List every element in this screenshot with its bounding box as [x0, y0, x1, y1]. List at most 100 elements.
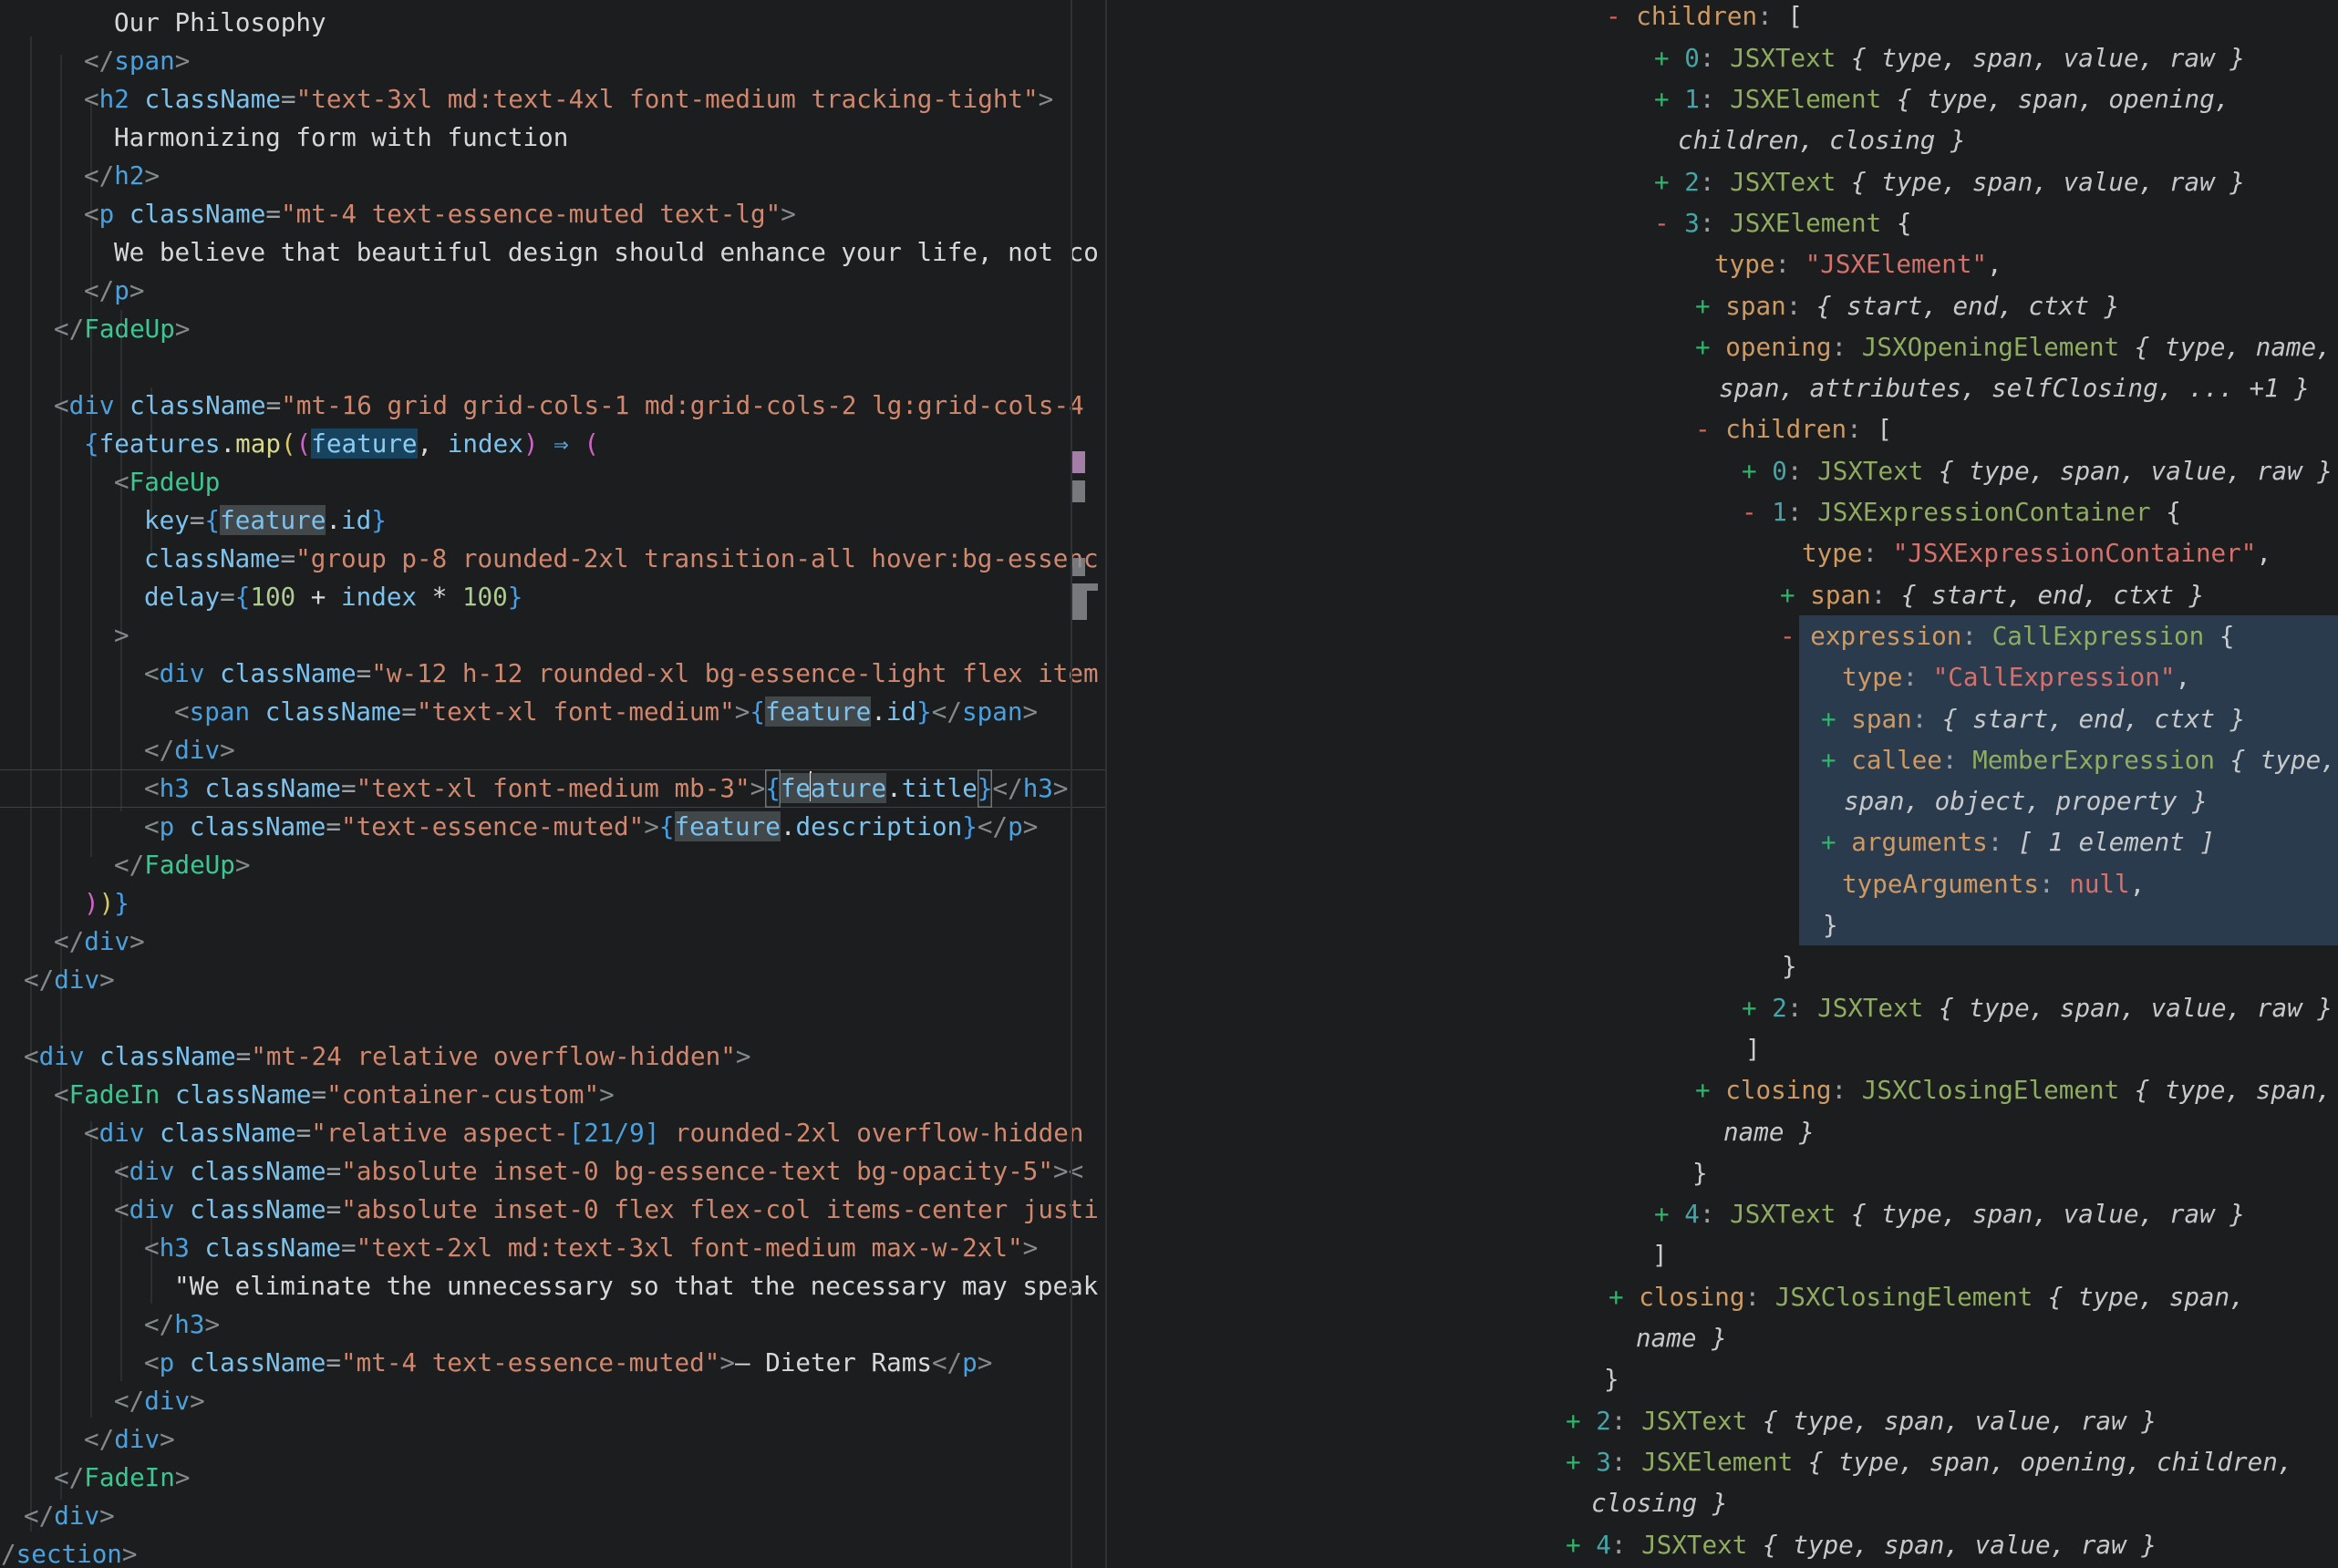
code-line-39[interactable]: </FadeIn> [54, 1459, 191, 1497]
code-line-7[interactable]: We believe that beautiful design should … [114, 233, 1099, 272]
expand-toggle-icon[interactable]: + [1742, 993, 1772, 1023]
expand-toggle-icon[interactable]: + [1821, 704, 1851, 734]
expand-toggle-icon[interactable]: + [1695, 332, 1725, 362]
expand-toggle-icon[interactable]: + [1566, 1406, 1596, 1436]
ast-row-12[interactable]: + 0: JSXText { type, span, value, raw } [1742, 450, 2333, 491]
collapse-toggle-icon[interactable]: - [1695, 414, 1725, 444]
ast-row-9[interactable]: + opening: JSXOpeningElement { type, nam… [1695, 326, 2332, 367]
ast-row-32[interactable]: + closing: JSXClosingElement { type, spa… [1609, 1276, 2245, 1317]
code-line-4[interactable]: Harmonizing form with function [114, 119, 568, 157]
ast-row-18[interactable]: + span: { start, end, ctxt } [1821, 698, 2245, 739]
ast-row-3[interactable]: + 1: JSXElement { type, span, opening, [1654, 78, 2229, 119]
ast-row-14[interactable]: type: "JSXExpressionContainer", [1802, 532, 2271, 573]
ast-row-4[interactable]: children, closing } [1678, 119, 1966, 160]
ast-row-28[interactable]: name } [1723, 1111, 1815, 1152]
code-line-9[interactable]: </FadeUp> [54, 310, 191, 348]
code-line-17[interactable]: > [114, 616, 129, 655]
code-line-22[interactable]: <p className="text-essence-muted">{featu… [144, 808, 1038, 846]
code-line-25[interactable]: </div> [54, 923, 145, 961]
ast-row-20[interactable]: span, object, property } [1844, 780, 2208, 821]
code-line-28[interactable]: <div className="mt-24 relative overflow-… [24, 1037, 750, 1076]
collapse-toggle-icon[interactable]: - [1654, 208, 1684, 238]
code-line-29[interactable]: <FadeIn className="container-custom"> [54, 1076, 615, 1114]
ast-row-27[interactable]: + closing: JSXClosingElement { type, spa… [1695, 1069, 2332, 1110]
collapse-toggle-icon[interactable]: - [1742, 497, 1772, 527]
ast-row-16[interactable]: - expression: CallExpression { [1780, 615, 2234, 656]
code-line-21[interactable]: <h3 className="text-xl font-medium mb-3"… [144, 769, 1069, 808]
ast-row-17[interactable]: type: "CallExpression", [1842, 656, 2190, 697]
ast-row-19[interactable]: + callee: MemberExpression { type, [1821, 739, 2336, 780]
code-line-36[interactable]: <p className="mt-4 text-essence-muted">—… [144, 1344, 992, 1382]
ast-tree-panel[interactable]: - children: [+ 0: JSXText { type, span, … [1107, 0, 2338, 1568]
collapse-toggle-icon[interactable]: - [1606, 1, 1636, 31]
ast-row-30[interactable]: + 4: JSXText { type, span, value, raw } [1654, 1193, 2245, 1234]
code-line-5[interactable]: </h2> [84, 157, 160, 195]
expand-toggle-icon[interactable]: + [1609, 1282, 1639, 1312]
code-line-18[interactable]: <div className="w-12 h-12 rounded-xl bg-… [144, 655, 1099, 693]
code-line-24[interactable]: ))} [84, 884, 129, 923]
code-line-23[interactable]: </FadeUp> [114, 846, 251, 884]
code-line-40[interactable]: </div> [24, 1497, 115, 1535]
code-line-33[interactable]: <h3 className="text-2xl md:text-3xl font… [144, 1229, 1038, 1267]
ast-row-6[interactable]: - 3: JSXElement { [1654, 202, 1911, 243]
code-line-6[interactable]: <p className="mt-4 text-essence-muted te… [84, 195, 796, 233]
expand-toggle-icon[interactable]: + [1695, 1075, 1725, 1105]
code-line-32[interactable]: <div className="absolute inset-0 flex fl… [114, 1191, 1099, 1229]
code-editor[interactable]: Our Philosophy</span><h2 className="text… [0, 0, 1106, 1568]
ast-row-15[interactable]: + span: { start, end, ctxt } [1780, 574, 2204, 615]
code-line-1[interactable]: Our Philosophy [114, 4, 326, 42]
ast-row-26[interactable]: ] [1745, 1028, 1761, 1069]
expand-toggle-icon[interactable]: + [1695, 291, 1725, 321]
expand-toggle-icon[interactable]: + [1821, 827, 1851, 857]
ast-row-8[interactable]: + span: { start, end, ctxt } [1695, 285, 2119, 326]
code-line-38[interactable]: </div> [84, 1420, 175, 1459]
ast-row-34[interactable]: } [1604, 1358, 1619, 1399]
ast-row-1[interactable]: - children: [ [1606, 0, 1803, 36]
ast-row-31[interactable]: ] [1652, 1234, 1668, 1275]
code-line-19[interactable]: <span className="text-xl font-medium">{f… [174, 693, 1038, 731]
code-line-15[interactable]: className="group p-8 rounded-2xl transit… [144, 540, 1099, 578]
expand-toggle-icon[interactable]: + [1821, 745, 1851, 775]
overview-ruler[interactable] [1071, 0, 1106, 1568]
code-line-30[interactable]: <div className="relative aspect-[21/9] r… [84, 1114, 1099, 1152]
code-line-26[interactable]: </div> [24, 961, 115, 999]
code-line-20[interactable]: </div> [144, 731, 235, 769]
ast-row-33[interactable]: name } [1636, 1317, 1727, 1358]
expand-toggle-icon[interactable]: + [1654, 84, 1684, 114]
ast-row-35[interactable]: + 2: JSXText { type, span, value, raw } [1566, 1400, 2157, 1441]
ast-row-10[interactable]: span, attributes, selfClosing, ... +1 } [1719, 367, 2310, 408]
ast-row-29[interactable]: } [1692, 1152, 1708, 1193]
ast-row-22[interactable]: typeArguments: null, [1842, 863, 2145, 904]
ast-row-25[interactable]: + 2: JSXText { type, span, value, raw } [1742, 987, 2333, 1028]
ast-row-5[interactable]: + 2: JSXText { type, span, value, raw } [1654, 161, 2245, 202]
collapse-toggle-icon[interactable]: - [1780, 621, 1810, 651]
code-line-14[interactable]: key={feature.id} [144, 501, 387, 540]
expand-toggle-icon[interactable]: + [1566, 1447, 1596, 1477]
code-line-41[interactable]: /section> [1, 1535, 138, 1568]
ast-row-21[interactable]: + arguments: [ 1 element ] [1821, 821, 2215, 862]
ast-row-13[interactable]: - 1: JSXExpressionContainer { [1742, 491, 2181, 532]
code-line-34[interactable]: "We eliminate the unnecessary so that th… [174, 1267, 1098, 1305]
ast-row-36[interactable]: + 3: JSXElement { type, span, opening, c… [1566, 1441, 2292, 1482]
code-line-2[interactable]: </span> [84, 42, 190, 80]
code-line-16[interactable]: delay={100 + index * 100} [144, 578, 522, 616]
ast-row-23[interactable]: } [1823, 904, 1838, 945]
code-line-12[interactable]: {features.map((feature, index) ⇒ ( [84, 425, 599, 463]
expand-toggle-icon[interactable]: + [1566, 1530, 1596, 1560]
code-line-11[interactable]: <div className="mt-16 grid grid-cols-1 m… [54, 387, 1099, 425]
expand-toggle-icon[interactable]: + [1654, 167, 1684, 197]
ast-row-2[interactable]: + 0: JSXText { type, span, value, raw } [1654, 37, 2245, 78]
ast-row-38[interactable]: + 4: JSXText { type, span, value, raw } [1566, 1524, 2157, 1565]
code-line-13[interactable]: <FadeUp [114, 463, 220, 501]
ast-row-11[interactable]: - children: [ [1695, 408, 1892, 449]
expand-toggle-icon[interactable]: + [1654, 43, 1684, 73]
code-line-35[interactable]: </h3> [144, 1305, 220, 1344]
expand-toggle-icon[interactable]: + [1654, 1199, 1684, 1229]
code-line-8[interactable]: </p> [84, 272, 144, 310]
code-line-31[interactable]: <div className="absolute inset-0 bg-esse… [114, 1152, 1083, 1191]
ast-row-7[interactable]: type: "JSXElement", [1714, 243, 2002, 284]
code-line-3[interactable]: <h2 className="text-3xl md:text-4xl font… [84, 80, 1053, 119]
ast-row-37[interactable]: closing } [1591, 1482, 1728, 1523]
code-line-37[interactable]: </div> [114, 1382, 205, 1420]
expand-toggle-icon[interactable]: + [1780, 580, 1810, 610]
